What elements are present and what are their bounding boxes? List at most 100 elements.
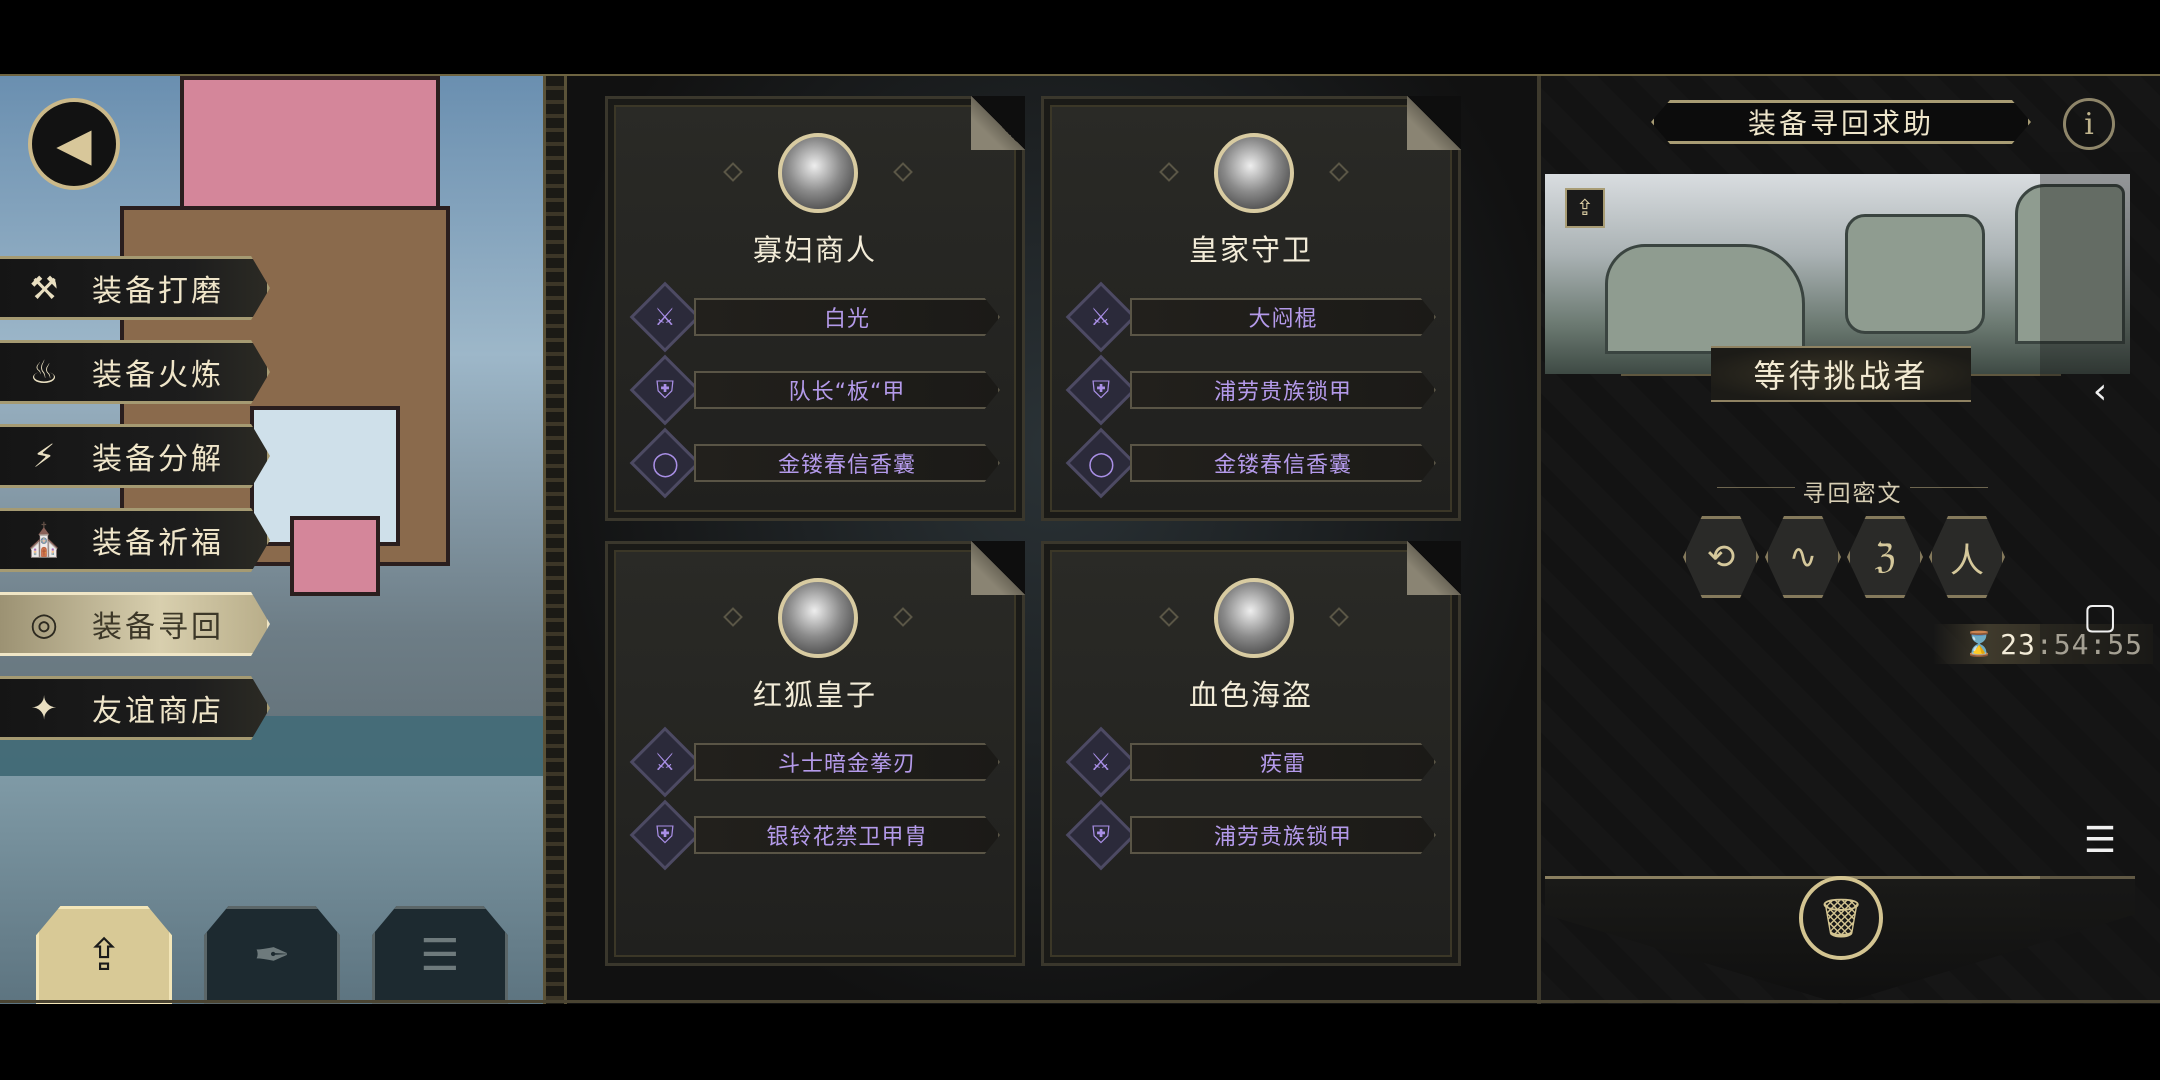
equipment-slot[interactable]: ◯ 金镂春信香囊 [1065,427,1436,499]
menu-item-pray[interactable]: ⛪ 装备祈福 [0,508,270,572]
flame-icon: ♨ [29,353,59,391]
equipment-slot[interactable]: ⛨ 队长“板“甲 [629,354,1000,426]
ring-icon: ◯ [629,427,701,499]
status-text: 等待挑战者 [1711,346,1971,402]
equipment-slot[interactable]: ⛨ 银铃花禁卫甲胄 [629,799,1000,871]
back-arrow-icon: ◀ [56,117,92,171]
character-name: 皇家守卫 [1188,233,1313,267]
hamburger-icon: ☰ [2083,819,2117,861]
tab-upload[interactable]: ⇪ [36,906,172,1004]
feather-icon: ✒ [253,929,291,981]
equipment-name: 斗士暗金拳刃 [694,743,1000,781]
character-name: 红狐皇子 [752,678,877,712]
equipment-slot[interactable]: ⚔ 大闷棍 [1065,281,1436,353]
armor-icon: ⛨ [1065,799,1137,871]
back-button[interactable]: ◀ [28,98,120,190]
menu-item-label: 装备分解 [92,442,224,477]
scene-roof-small [290,516,380,596]
equipment-name: 队长“板“甲 [694,371,1000,409]
panel-title: 装备寻回求助 [1651,100,2031,144]
ring-icon: ◯ [1065,427,1137,499]
sword-icon: ⚔ [1065,281,1137,353]
delete-button[interactable]: 🗑 [1799,876,1883,960]
rune-1[interactable]: ⟲ [1683,516,1759,598]
fox-icon: ✦ [30,689,58,727]
info-button[interactable]: i [2063,98,2115,150]
pray-icon: ⛪ [24,521,64,559]
game-frame: ◀ ⚒ 装备打磨 ♨ 装备火炼 ⚡ 装备分解 ⛪ 装备祈福 ◎ 装备寻回 ✦ 友… [0,76,2160,1004]
chevron-left-icon: ‹ [2092,370,2108,412]
sword-icon: ⚔ [629,281,701,353]
equipment-name: 疾雷 [1130,743,1436,781]
request-cards-area: 寡妇商人 ⚔ 白光 ⛨ 队长“板“甲 ◯ 金镂春信香囊 皇家守卫 ⚔ 大闷棍 ⛨… [567,76,1537,1004]
rune-code: ⟲ ∿ ℨ 人 [1683,516,2005,598]
request-card[interactable]: 红狐皇子 ⚔ 斗士暗金拳刃 ⛨ 银铃花禁卫甲胄 [605,541,1025,966]
menu-item-label: 装备祈福 [92,526,224,561]
equipment-name: 金镂春信香囊 [694,444,1000,482]
armor-icon: ⛨ [629,354,701,426]
upload-icon: ⇪ [1565,188,1605,228]
equipment-name: 白光 [694,298,1000,336]
list-icon: ☰ [420,929,460,981]
menu-item-forge[interactable]: ♨ 装备火炼 [0,340,270,404]
character-name: 血色海盗 [1188,678,1313,712]
menu-item-label: 友谊商店 [92,694,224,729]
scene-roof [180,76,440,216]
tab-list[interactable]: ☰ [372,906,508,1004]
character-name: 寡妇商人 [752,233,877,267]
banner-rock [1605,244,1805,354]
disassemble-icon: ⚡ [32,437,56,475]
equipment-slot[interactable]: ⚔ 斗士暗金拳刃 [629,726,1000,798]
decor-diamond [1329,607,1349,627]
menu-item-friendship-shop[interactable]: ✦ 友谊商店 [0,676,270,740]
menu-item-disassemble[interactable]: ⚡ 装备分解 [0,424,270,488]
decor-diamond [1329,162,1349,182]
system-home-button[interactable]: ▢ [2040,586,2160,646]
request-card[interactable]: 寡妇商人 ⚔ 白光 ⛨ 队长“板“甲 ◯ 金镂春信香囊 [605,96,1025,521]
bottom-tabs: ⇪ ✒ ☰ [36,906,508,1004]
hourglass-icon: ⌛ [1964,630,1995,658]
menu-item-label: 装备火炼 [92,358,224,393]
request-card[interactable]: 皇家守卫 ⚔ 大闷棍 ⛨ 浦劳贵族锁甲 ◯ 金镂春信香囊 [1041,96,1461,521]
trash-icon: 🗑 [1816,895,1866,940]
equipment-name: 金镂春信香囊 [1130,444,1436,482]
character-portrait [778,133,858,213]
equipment-name: 浦劳贵族锁甲 [1130,371,1436,409]
scene-divider [543,76,567,1004]
decor-diamond [723,162,743,182]
sword-icon: ⚔ [629,726,701,798]
decor-diamond [1159,607,1179,627]
armor-icon: ⛨ [1065,354,1137,426]
frame-bottom-line [0,1000,2160,1003]
decor-diamond [893,607,913,627]
equipment-slot[interactable]: ⚔ 疾雷 [1065,726,1436,798]
rune-2[interactable]: ∿ [1765,516,1841,598]
upload-icon: ⇪ [85,929,123,981]
system-nav-bar: ‹ ▢ ☰ [2040,152,2160,1004]
side-menu: ⚒ 装备打磨 ♨ 装备火炼 ⚡ 装备分解 ⛪ 装备祈福 ◎ 装备寻回 ✦ 友谊商… [0,256,290,760]
info-icon: i [2084,106,2094,142]
equipment-slot[interactable]: ⛨ 浦劳贵族锁甲 [1065,354,1436,426]
rune-4[interactable]: 人 [1929,516,2005,598]
equipment-slot[interactable]: ◯ 金镂春信香囊 [629,427,1000,499]
equipment-slot[interactable]: ⛨ 浦劳贵族锁甲 [1065,799,1436,871]
tab-feather[interactable]: ✒ [204,906,340,1004]
menu-item-label: 装备寻回 [92,610,224,645]
menu-item-polish[interactable]: ⚒ 装备打磨 [0,256,270,320]
rune-3[interactable]: ℨ [1847,516,1923,598]
target-icon: ◎ [30,605,58,643]
menu-item-retrieve[interactable]: ◎ 装备寻回 [0,592,270,656]
request-card[interactable]: 血色海盗 ⚔ 疾雷 ⛨ 浦劳贵族锁甲 [1041,541,1461,966]
decor-diamond [723,607,743,627]
equipment-name: 银铃花禁卫甲胄 [694,816,1000,854]
system-back-button[interactable]: ‹ [2040,361,2160,421]
divider-line [1910,487,1988,488]
armor-icon: ⛨ [629,799,701,871]
equipment-name: 浦劳贵族锁甲 [1130,816,1436,854]
menu-item-label: 装备打磨 [92,274,224,309]
system-menu-button[interactable]: ☰ [2040,810,2160,870]
character-portrait [1214,133,1294,213]
equipment-slot[interactable]: ⚔ 白光 [629,281,1000,353]
banner-rock [1845,214,1985,334]
sword-icon: ⚔ [1065,726,1137,798]
